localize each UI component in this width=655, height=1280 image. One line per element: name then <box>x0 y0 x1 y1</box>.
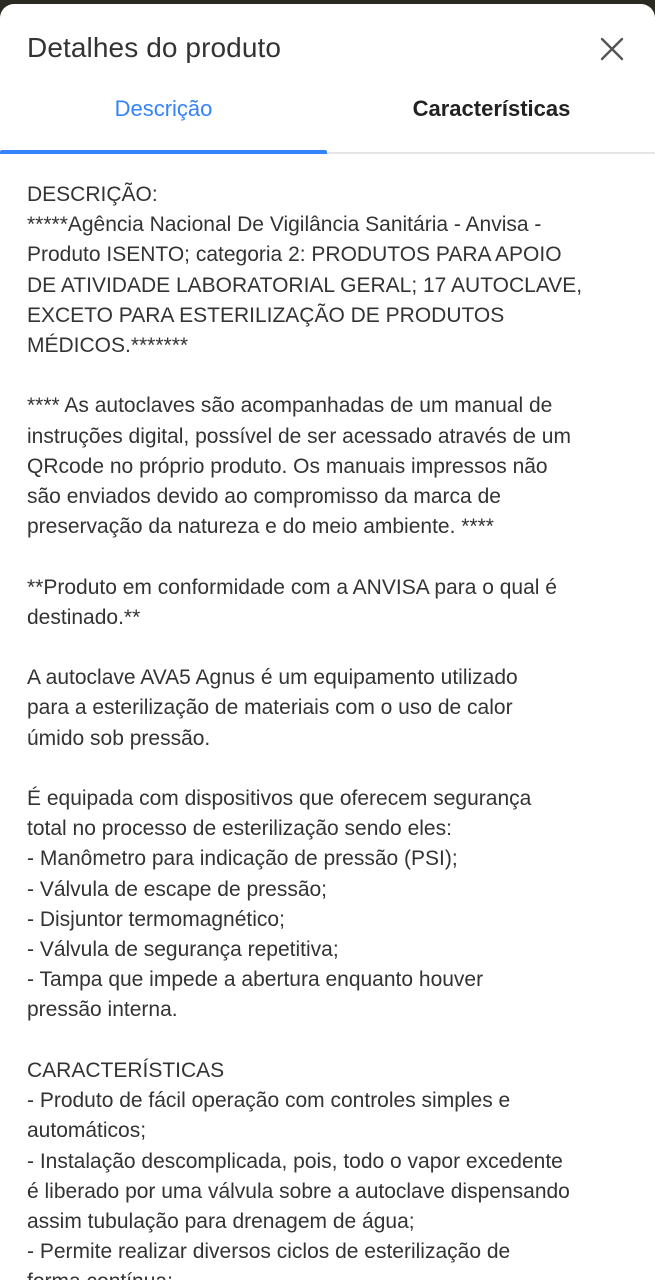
page-title: Detalhes do produto <box>27 32 282 63</box>
tab-caracteristicas[interactable]: Características <box>328 90 655 152</box>
close-icon[interactable] <box>597 34 627 64</box>
tab-label: Características <box>412 96 571 121</box>
tab-label: Descrição <box>114 96 213 121</box>
tab-descricao[interactable]: Descrição <box>0 90 327 154</box>
active-tab-indicator <box>0 150 327 154</box>
tab-bar: Descrição Características <box>0 90 655 154</box>
close-button[interactable] <box>597 34 627 64</box>
product-details-sheet: Detalhes do produto Descrição Caracterís… <box>0 4 655 1280</box>
sheet-header: Detalhes do produto <box>0 4 655 90</box>
description-text: DESCRIÇÃO: *****Agência Nacional De Vigi… <box>27 183 583 1280</box>
